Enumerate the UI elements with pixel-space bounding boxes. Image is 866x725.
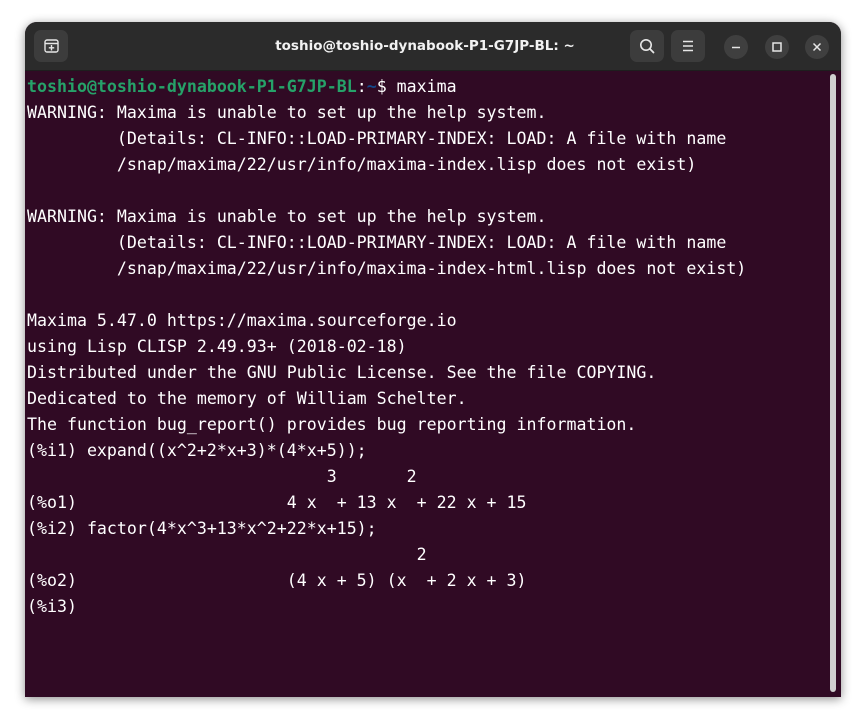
terminal-line: The function bug_report() provides bug r… bbox=[27, 415, 637, 434]
minimize-button[interactable] bbox=[724, 35, 748, 59]
terminal-line: WARNING: Maxima is unable to set up the … bbox=[27, 103, 547, 122]
terminal-line: (Details: CL-INFO::LOAD-PRIMARY-INDEX: L… bbox=[27, 233, 727, 252]
terminal-line: (%o1) 4 x + 13 x + 22 x + 15 bbox=[27, 493, 527, 512]
terminal-line: Distributed under the GNU Public License… bbox=[27, 363, 657, 382]
prompt-user-host: toshio@toshio-dynabook-P1-G7JP-BL bbox=[27, 77, 357, 96]
terminal-line: using Lisp CLISP 2.49.93+ (2018-02-18) bbox=[27, 337, 407, 356]
scrollbar[interactable] bbox=[830, 74, 836, 692]
title-bar: toshio@toshio-dynabook-P1-G7JP-BL: ~ bbox=[25, 22, 841, 71]
terminal-window: toshio@toshio-dynabook-P1-G7JP-BL: ~ tos… bbox=[25, 22, 841, 697]
prompt-colon: : bbox=[356, 77, 367, 96]
prompt-command: maxima bbox=[396, 77, 457, 96]
menu-button[interactable] bbox=[671, 30, 705, 62]
maximize-icon bbox=[772, 42, 782, 52]
prompt-path: ~ bbox=[366, 77, 377, 96]
terminal-line: (%i3) bbox=[27, 597, 87, 616]
close-button[interactable] bbox=[805, 35, 829, 59]
terminal-output[interactable]: toshio@toshio-dynabook-P1-G7JP-BL:~$ max… bbox=[25, 71, 829, 697]
terminal-line: (%i2) factor(4*x^3+13*x^2+22*x+15); bbox=[27, 519, 377, 538]
new-tab-button[interactable] bbox=[34, 30, 68, 62]
terminal-line: /snap/maxima/22/usr/info/maxima-index.li… bbox=[27, 155, 697, 174]
terminal-line: /snap/maxima/22/usr/info/maxima-index-ht… bbox=[27, 259, 747, 278]
new-tab-icon bbox=[44, 39, 59, 53]
terminal-line: Maxima 5.47.0 https://maxima.sourceforge… bbox=[27, 311, 457, 330]
prompt-line: toshio@toshio-dynabook-P1-G7JP-BL:~$ max… bbox=[27, 74, 829, 100]
terminal-line: 3 2 bbox=[27, 467, 417, 486]
search-button[interactable] bbox=[630, 30, 664, 62]
terminal-line: (Details: CL-INFO::LOAD-PRIMARY-INDEX: L… bbox=[27, 129, 727, 148]
terminal-line: (%o2) (4 x + 5) (x + 2 x + 3) bbox=[27, 571, 527, 590]
hamburger-menu-icon bbox=[683, 40, 693, 52]
terminal-line: WARNING: Maxima is unable to set up the … bbox=[27, 207, 547, 226]
terminal-line: 2 bbox=[27, 545, 427, 564]
maximize-button[interactable] bbox=[765, 35, 789, 59]
terminal-line: (%i1) expand((x^2+2*x+3)*(4*x+5)); bbox=[27, 441, 367, 460]
window-title: toshio@toshio-dynabook-P1-G7JP-BL: ~ bbox=[275, 38, 575, 54]
close-icon bbox=[812, 42, 822, 52]
search-icon bbox=[640, 39, 655, 54]
minimize-icon bbox=[732, 46, 740, 49]
prompt-symbol: $ bbox=[376, 77, 397, 96]
terminal-line: Dedicated to the memory of William Schel… bbox=[27, 389, 467, 408]
